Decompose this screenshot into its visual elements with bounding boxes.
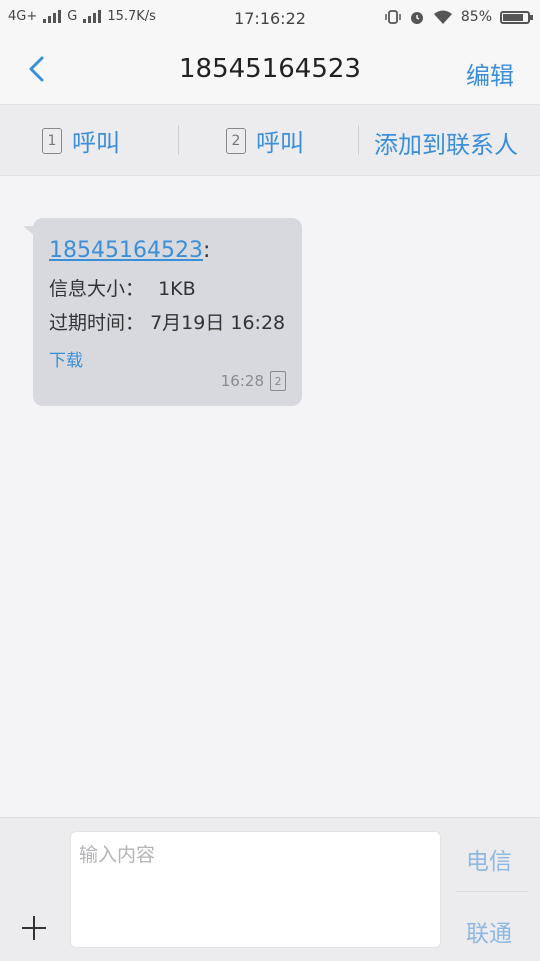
send-telecom-button[interactable]: 电信	[466, 842, 512, 876]
expiry-value: 7月19日 16:28	[150, 312, 286, 334]
message-expiry-row: 过期时间： 7月19日 16:28	[49, 308, 285, 335]
status-right: 85%	[385, 9, 533, 25]
composer: 电信 联通	[0, 817, 540, 961]
message-size-row: 信息大小： 1KB	[49, 274, 196, 301]
size-label: 信息大小：	[49, 278, 145, 300]
size-value: 1KB	[158, 278, 196, 300]
edit-button[interactable]: 编辑	[466, 56, 514, 91]
page-title: 18545164523	[179, 54, 361, 84]
message-bubble[interactable]: 18545164523: 信息大小： 1KB 过期时间： 7月19日 16:28…	[23, 218, 302, 406]
alarm-icon	[410, 12, 423, 24]
call-sim2-label: 呼叫	[256, 129, 304, 157]
battery-icon	[500, 10, 533, 24]
expiry-label: 过期时间：	[49, 312, 145, 334]
status-bar: 4G+ G 15.7K/s 17:16:22 85%	[0, 0, 540, 38]
add-attachment-plus-icon[interactable]	[20, 914, 48, 942]
divider	[178, 125, 179, 155]
call-sim1-button[interactable]: 1 呼叫	[42, 123, 120, 158]
sender-colon: :	[202, 238, 211, 263]
vibrate-icon	[385, 10, 401, 24]
download-link[interactable]: 下载	[49, 346, 83, 371]
battery-fill	[503, 13, 523, 21]
message-timestamp: 16:28	[220, 372, 264, 390]
divider	[358, 125, 359, 155]
call-sim2-button[interactable]: 2 呼叫	[226, 123, 304, 158]
sender-link[interactable]: 18545164523	[49, 238, 203, 263]
sender-line: 18545164523:	[49, 238, 210, 263]
sim2-icon: 2	[270, 371, 286, 391]
conversation-header: 18545164523 编辑	[0, 38, 540, 105]
battery-percent: 85%	[460, 9, 492, 25]
message-input[interactable]	[70, 831, 441, 948]
send-unicom-button[interactable]: 联通	[466, 914, 512, 948]
add-to-contacts-button[interactable]: 添加到联系人	[374, 125, 518, 160]
wifi-icon	[433, 10, 452, 24]
action-bar: 1 呼叫 2 呼叫 添加到联系人	[0, 105, 540, 176]
call-sim1-label: 呼叫	[72, 129, 120, 157]
sim1-icon: 1	[42, 127, 62, 154]
sim2-icon: 2	[226, 127, 246, 154]
back-chevron-icon[interactable]	[22, 52, 56, 86]
divider	[456, 891, 528, 892]
